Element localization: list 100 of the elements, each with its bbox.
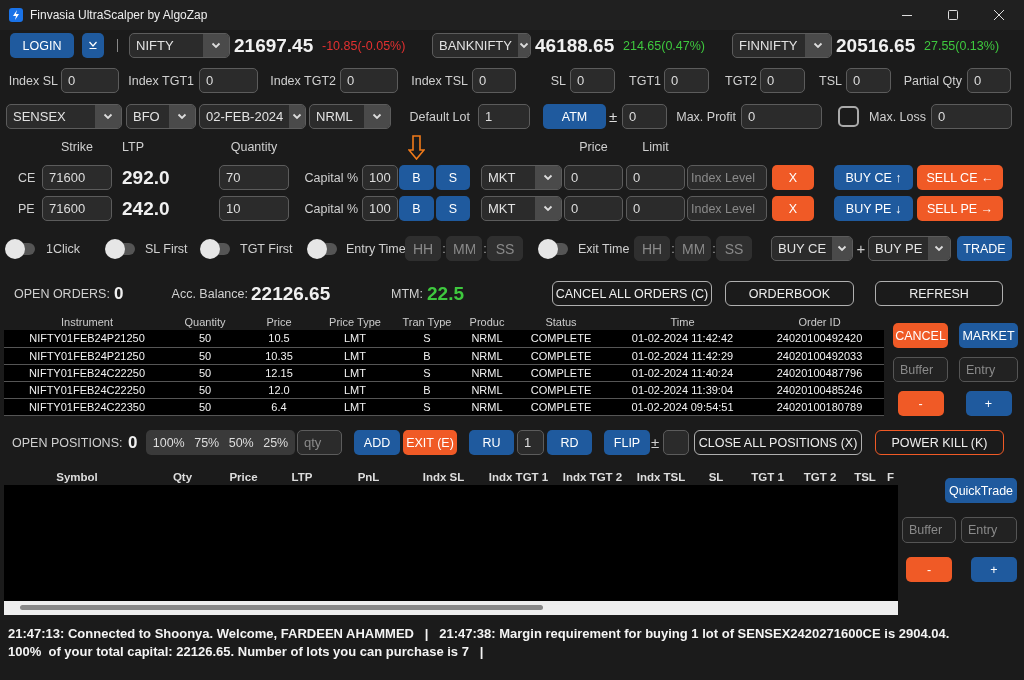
dropdown[interactable]: BFO: [126, 104, 196, 129]
dropdown[interactable]: SENSEX: [6, 104, 122, 129]
input-field[interactable]: MM: [446, 236, 482, 261]
percent-button[interactable]: 100%: [150, 435, 187, 450]
dropdown[interactable]: MKT: [481, 196, 562, 221]
input-field[interactable]: 0: [564, 196, 623, 221]
plus-button[interactable]: +: [965, 391, 1012, 416]
input-field[interactable]: 1: [478, 104, 530, 129]
maximize-icon: [948, 10, 958, 20]
add-button[interactable]: ADD: [354, 430, 400, 455]
percent-button[interactable]: 50%: [226, 435, 256, 450]
dropdown[interactable]: MKT: [481, 165, 562, 190]
toggle-switch[interactable]: [5, 238, 35, 259]
power-kill-button[interactable]: POWER KILL (K): [875, 430, 1004, 455]
toggle-switch[interactable]: [538, 238, 568, 259]
scrollbar[interactable]: [4, 601, 898, 615]
dropdown[interactable]: NRML: [309, 104, 391, 129]
input-field[interactable]: 70: [219, 165, 289, 190]
percent-button[interactable]: 25%: [261, 435, 291, 450]
input-field[interactable]: 0: [931, 104, 1012, 129]
plus-button[interactable]: +: [971, 557, 1017, 582]
input-field[interactable]: Entry: [961, 517, 1017, 543]
close-all-button[interactable]: CLOSE ALL POSITIONS (X): [694, 430, 862, 455]
input-field[interactable]: 10: [219, 196, 289, 221]
input-field[interactable]: 0: [61, 68, 119, 93]
dropdown[interactable]: BANKNIFTY: [432, 33, 531, 58]
column-header: Indx TGT 2: [561, 470, 624, 483]
input-field[interactable]: 0: [846, 68, 891, 93]
field-label: Capital %: [303, 170, 358, 185]
input-field[interactable]: 0: [760, 68, 805, 93]
input-field[interactable]: 0: [741, 104, 822, 129]
input-field[interactable]: 100: [362, 165, 398, 190]
buy-button[interactable]: BUY CE ↑: [834, 165, 913, 190]
input-field[interactable]: Index Level: [687, 165, 767, 190]
input-field[interactable]: 0: [564, 165, 623, 190]
refresh-button[interactable]: REFRESH: [875, 281, 1003, 306]
toggle-switch[interactable]: [105, 238, 135, 259]
atm-button[interactable]: ATM: [543, 104, 606, 129]
buy-button[interactable]: B: [399, 196, 434, 221]
dropdown[interactable]: BUY PE: [868, 236, 951, 261]
login-button[interactable]: LOGIN: [10, 33, 74, 58]
toggle-switch[interactable]: [307, 238, 337, 259]
open-positions-count: 0: [128, 432, 139, 453]
input-field[interactable]: 0: [622, 104, 667, 129]
toggle-label: TGT First: [240, 241, 294, 256]
input-field[interactable]: HH: [405, 236, 441, 261]
table-cell: NIFTY01FEB24P21250: [4, 330, 170, 348]
buy-button[interactable]: B: [399, 165, 434, 190]
sell-button[interactable]: S: [436, 196, 470, 221]
dropdown[interactable]: FINNIFTY: [732, 33, 832, 58]
input-field[interactable]: Buffer: [902, 517, 956, 543]
ru-button[interactable]: RU: [469, 430, 514, 455]
percent-button[interactable]: 75%: [192, 435, 222, 450]
input-field[interactable]: 0: [664, 68, 709, 93]
input-field[interactable]: [663, 430, 689, 455]
input-field[interactable]: qty: [297, 430, 342, 455]
index-change: 214.65(0.47%): [623, 38, 706, 53]
field-label: TGT1: [628, 73, 661, 88]
input-field[interactable]: SS: [487, 236, 523, 261]
flip-button[interactable]: FLIP: [604, 430, 650, 455]
quick-trade-button[interactable]: QuickTrade: [945, 478, 1017, 503]
download-button[interactable]: [82, 33, 104, 58]
orderbook-button[interactable]: ORDERBOOK: [725, 281, 854, 306]
input-field[interactable]: 71600: [42, 196, 112, 221]
input-field[interactable]: 0: [340, 68, 398, 93]
input-field[interactable]: MM: [675, 236, 711, 261]
field-label: Index TSL: [410, 73, 468, 88]
dropdown[interactable]: 02-FEB-2024: [199, 104, 306, 129]
time-separator: :: [712, 241, 716, 256]
input-field[interactable]: 0: [472, 68, 516, 93]
input-field[interactable]: 0: [570, 68, 615, 93]
dropdown[interactable]: NIFTY: [129, 33, 230, 58]
dropdown[interactable]: BUY CE: [771, 236, 853, 261]
market-button[interactable]: MARKET: [959, 323, 1018, 348]
column-header: Price: [578, 140, 609, 154]
input-field[interactable]: Buffer: [893, 357, 948, 382]
toggle-switch[interactable]: [200, 238, 230, 259]
input-field[interactable]: 0: [967, 68, 1011, 93]
buy-button[interactable]: BUY PE ↓: [834, 196, 913, 221]
arrow-down-icon: [408, 135, 425, 160]
sell-button[interactable]: S: [436, 165, 470, 190]
input-field[interactable]: 0: [626, 196, 685, 221]
input-field[interactable]: 0: [626, 165, 685, 190]
input-field[interactable]: 100: [362, 196, 398, 221]
rd-button[interactable]: RD: [547, 430, 592, 455]
input-field[interactable]: Entry: [959, 357, 1018, 382]
chevron-down-icon: [813, 42, 823, 49]
plus-minus-label: ±: [609, 108, 619, 125]
input-field[interactable]: 0: [199, 68, 258, 93]
column-header: Indx TGT 1: [487, 470, 550, 483]
input-field[interactable]: Index Level: [687, 196, 767, 221]
column-header: Indx SL: [421, 470, 466, 483]
input-field[interactable]: HH: [634, 236, 670, 261]
input-field[interactable]: SS: [716, 236, 752, 261]
cancel-all-button[interactable]: CANCEL ALL ORDERS (C): [552, 281, 712, 306]
column-header: LTP: [290, 470, 314, 483]
trade-button[interactable]: TRADE: [957, 236, 1012, 261]
input-field[interactable]: 71600: [42, 165, 112, 190]
checkbox[interactable]: [838, 106, 859, 127]
input-field[interactable]: 1: [517, 430, 544, 455]
